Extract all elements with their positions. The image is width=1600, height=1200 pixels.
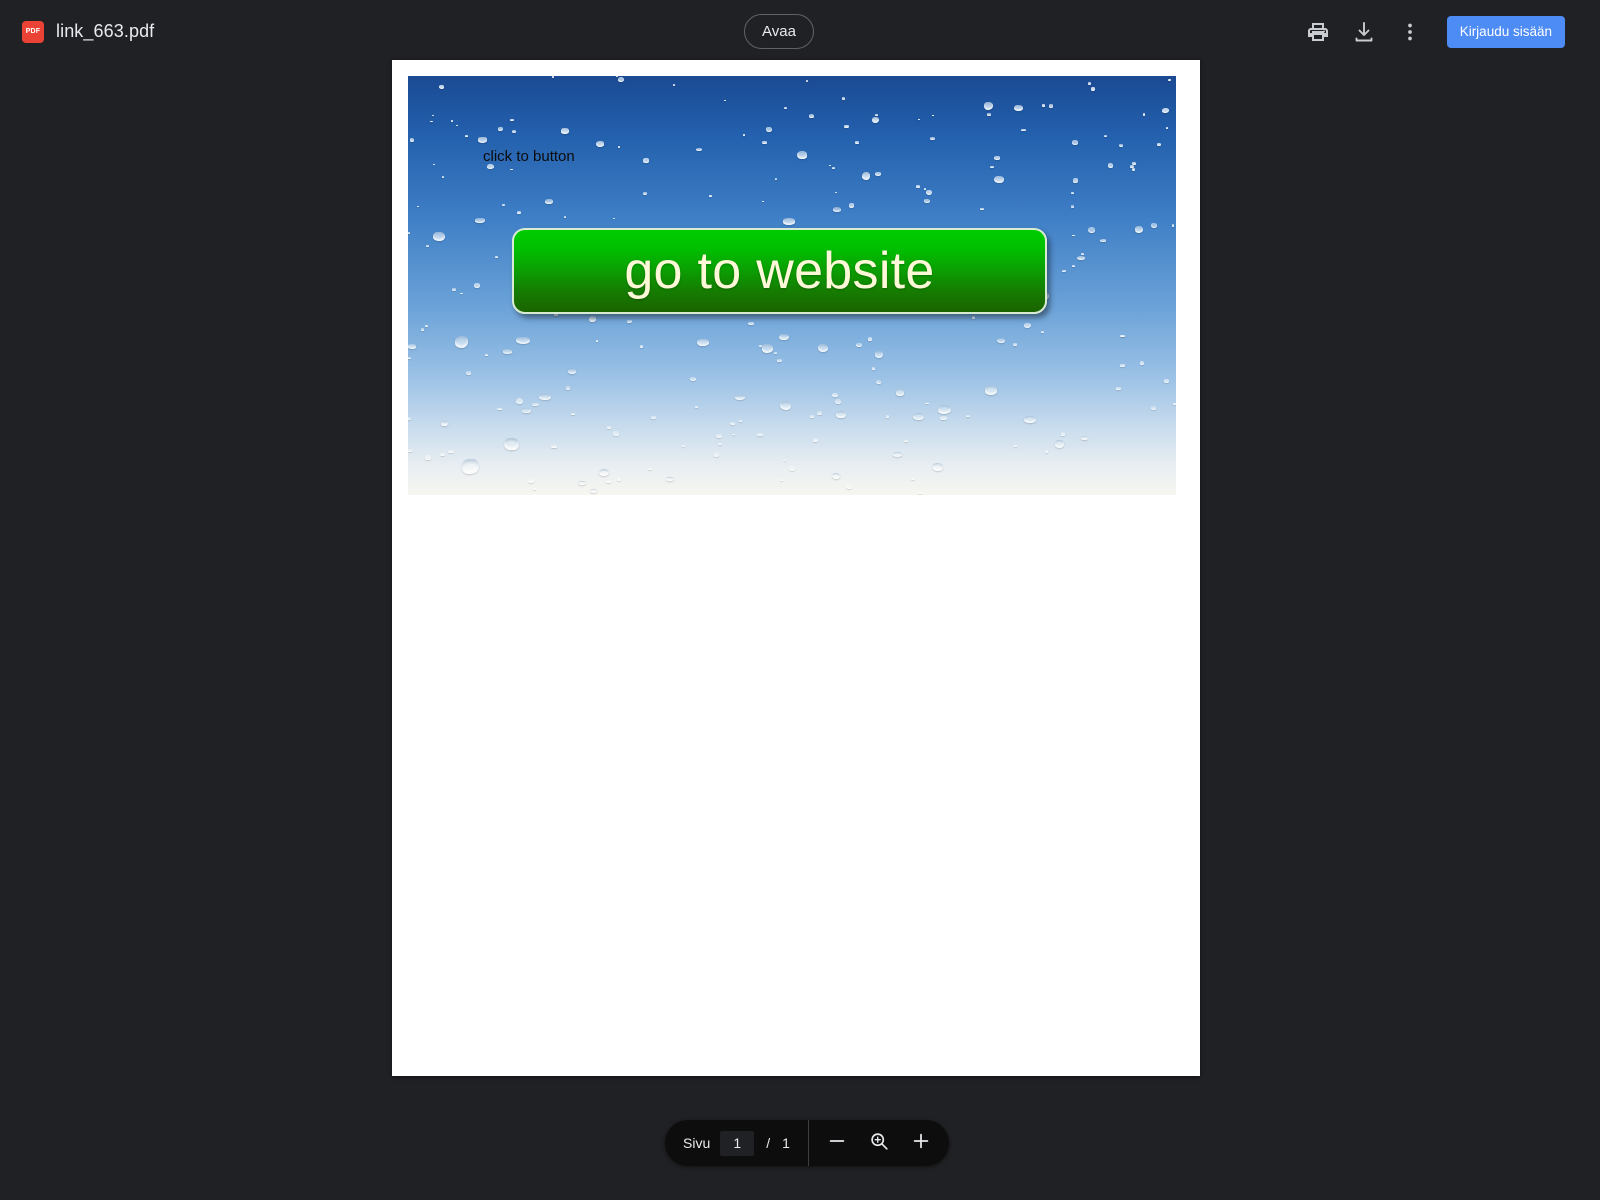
zoom-out-button[interactable] [817,1123,857,1163]
go-to-website-label: go to website [624,242,935,300]
total-pages-label: 1 [782,1135,790,1151]
page-separator: / [766,1135,771,1151]
pdf-file-icon: PDF [22,20,44,43]
page-label: Sivu [683,1135,711,1151]
top-toolbar: PDF link_663.pdf Avaa Kirjaudu sisään [0,0,1600,63]
zoom-reset-button[interactable] [859,1123,899,1163]
sign-in-label: Kirjaudu sisään [1459,24,1552,39]
download-button[interactable] [1341,9,1387,55]
pdf-bottom-toolbar: Sivu / 1 [665,1120,949,1166]
print-icon [1306,20,1330,44]
print-button[interactable] [1295,9,1341,55]
zoom-in-magnifier-icon [868,1130,890,1157]
zoom-in-button[interactable] [901,1123,941,1163]
go-to-website-button[interactable]: go to website [512,228,1047,314]
click-to-button-caption: click to button [483,148,575,165]
zoom-controls-group [809,1120,949,1166]
open-button-label: Avaa [762,23,796,40]
sign-in-button[interactable]: Kirjaudu sisään [1446,15,1565,48]
pdf-viewer-area[interactable]: click to button go to website [0,60,1600,1200]
page-number-input[interactable] [720,1130,755,1156]
pdf-badge-text: PDF [25,28,41,35]
file-name-label: link_663.pdf [56,21,155,41]
open-button[interactable]: Avaa [744,14,814,49]
pdf-embedded-image: click to button go to website [408,76,1176,495]
more-vertical-icon [1398,20,1422,44]
more-options-button[interactable] [1387,9,1433,55]
plus-icon [910,1130,932,1157]
minus-icon [826,1130,848,1157]
top-right-actions: Kirjaudu sisään [1295,0,1565,63]
file-info-group: PDF link_663.pdf [22,0,154,63]
download-icon [1352,20,1376,44]
pdf-page: click to button go to website [392,60,1200,1076]
page-navigation-group: Sivu / 1 [665,1120,808,1166]
